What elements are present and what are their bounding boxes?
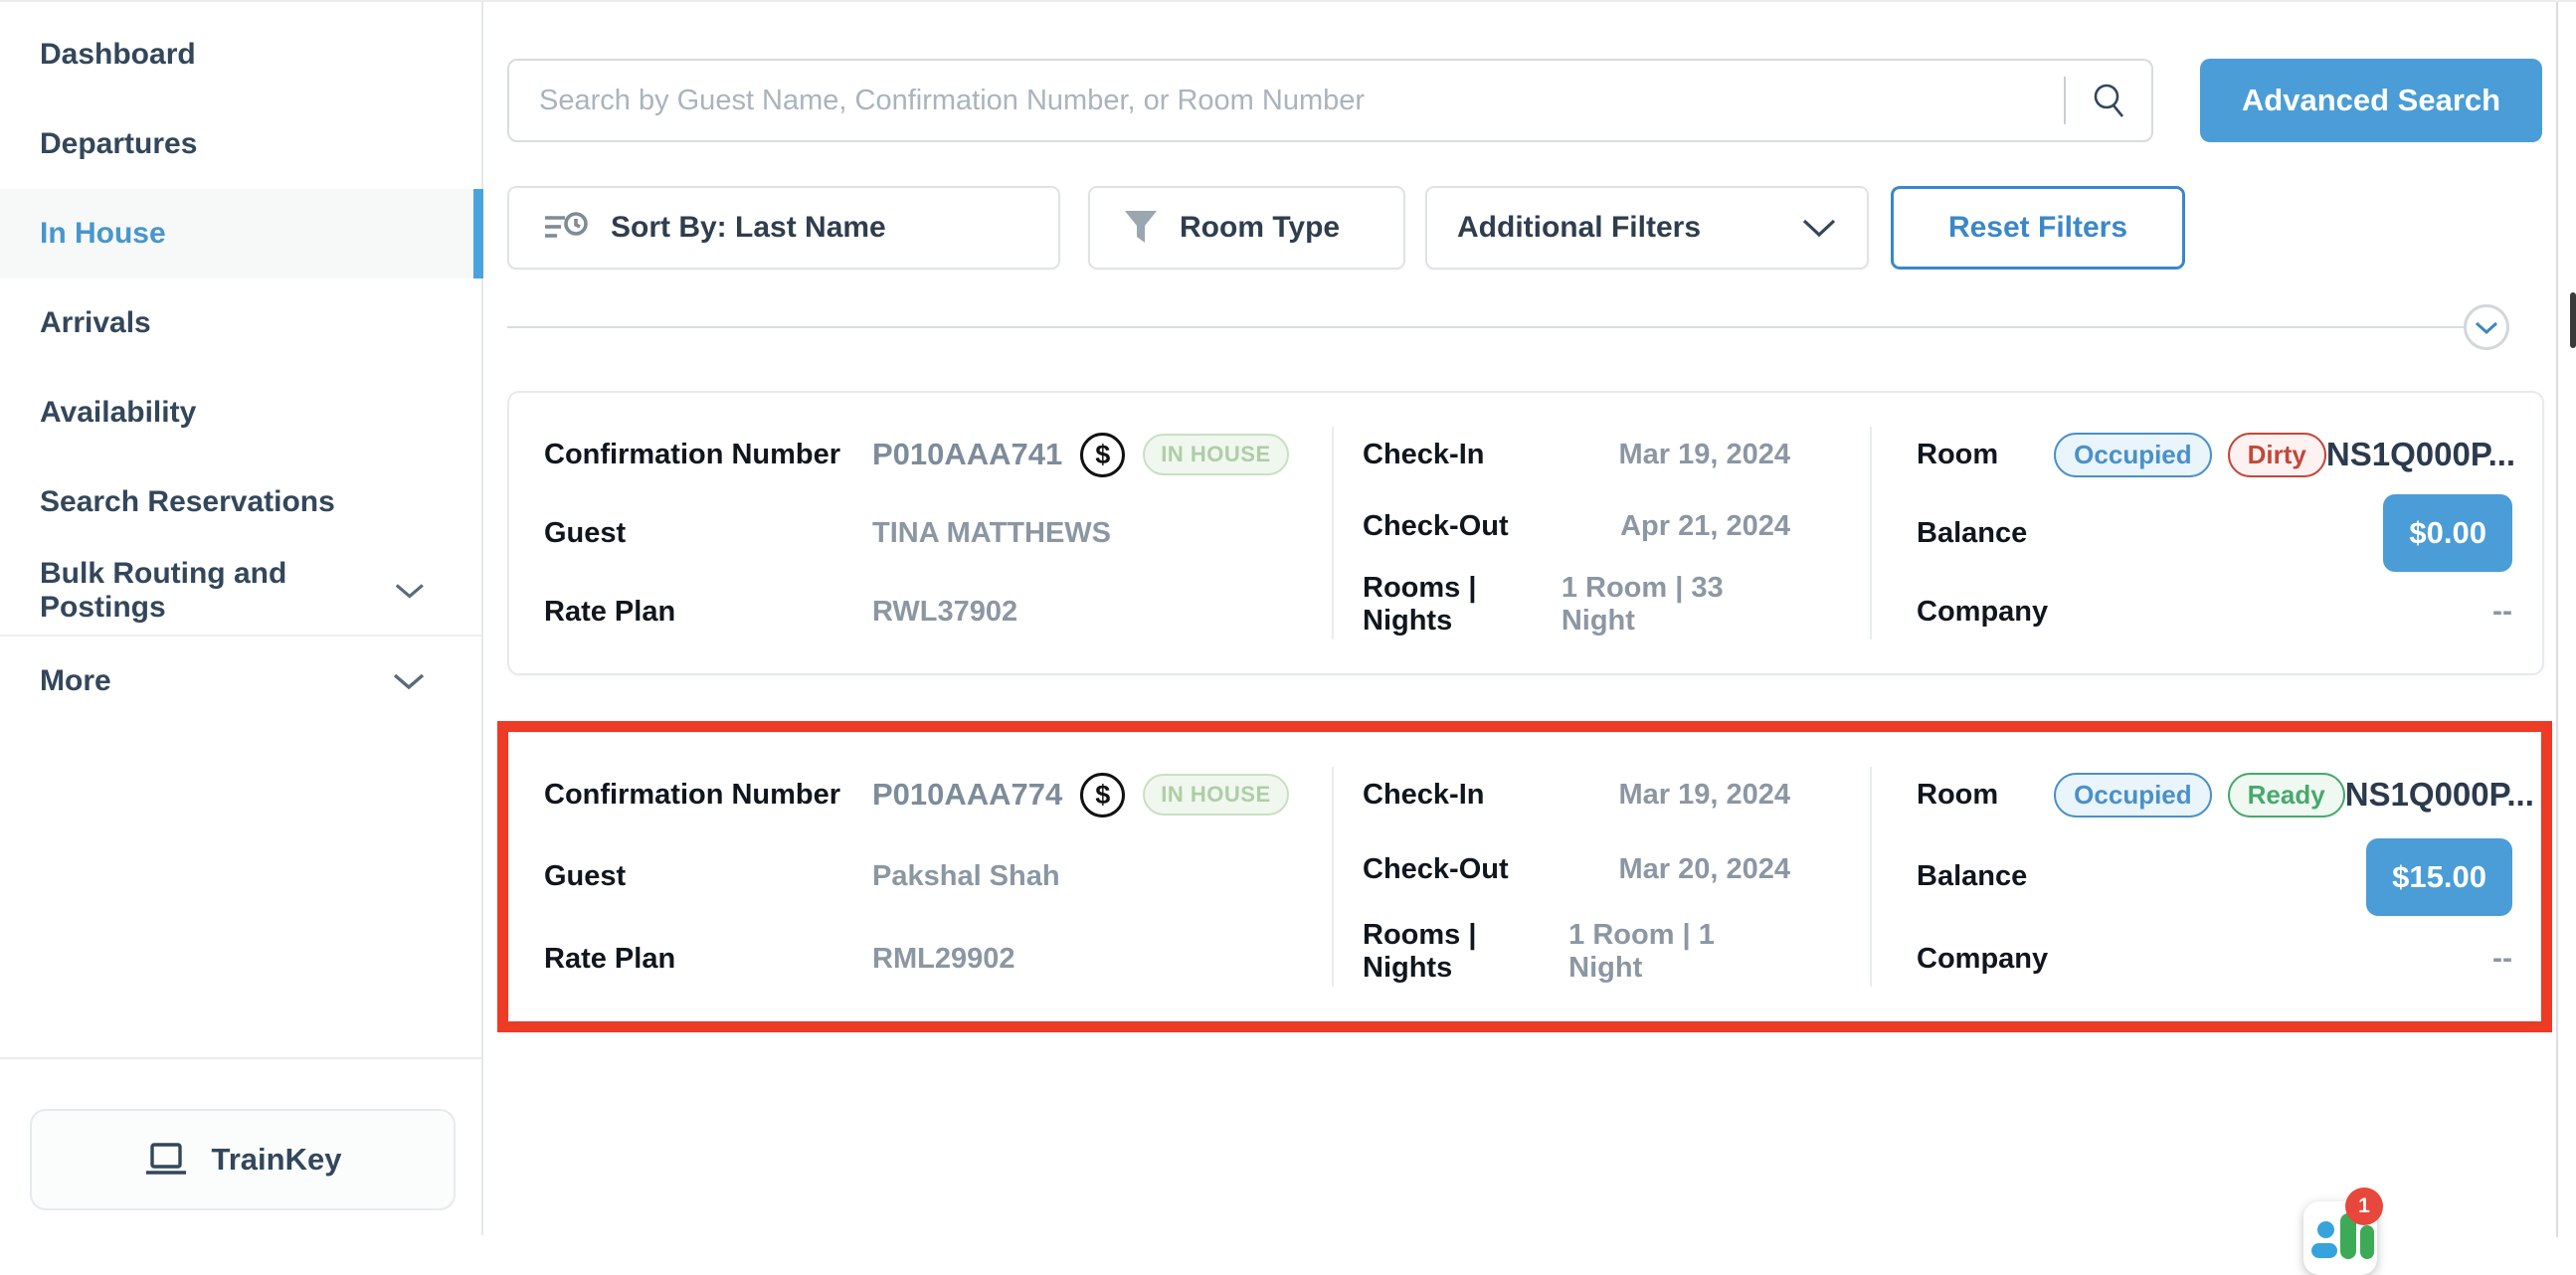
balance-button[interactable]: $15.00 xyxy=(2366,838,2512,916)
additional-filters-label: Additional Filters xyxy=(1457,211,1701,245)
sidebar: Dashboard Departures In House Arrivals A… xyxy=(0,2,483,1235)
sort-by-label: Sort By: Last Name xyxy=(611,211,886,245)
advanced-search-button[interactable]: Advanced Search xyxy=(2200,59,2542,142)
card-divider xyxy=(1332,427,1334,639)
scrollbar-thumb[interactable] xyxy=(2570,292,2576,348)
room-label: Room xyxy=(1917,439,1998,471)
sidebar-item-dashboard[interactable]: Dashboard xyxy=(0,10,481,99)
room-label: Room xyxy=(1917,779,1998,812)
window-edge-divider xyxy=(2556,2,2558,1237)
sidebar-item-search-reservations[interactable]: Search Reservations xyxy=(0,457,481,547)
check-in-value: Mar 19, 2024 xyxy=(1618,439,1790,471)
rate-plan-label: Rate Plan xyxy=(544,943,872,976)
check-in-label: Check-In xyxy=(1363,439,1484,471)
card-divider xyxy=(1870,427,1872,639)
chat-icon-shape xyxy=(2311,1243,2337,1258)
sort-by-dropdown[interactable]: Sort By: Last Name xyxy=(507,186,1060,270)
rooms-nights-label: Rooms | Nights xyxy=(1363,572,1562,638)
sidebar-item-arrivals[interactable]: Arrivals xyxy=(0,278,481,368)
guest-value: Pakshal Shah xyxy=(872,860,1060,893)
rate-plan-value: RWL37902 xyxy=(872,596,1017,629)
guest-label: Guest xyxy=(544,517,872,550)
rooms-nights-label: Rooms | Nights xyxy=(1363,919,1568,985)
room-type-label: Room Type xyxy=(1180,211,1340,245)
search-input-wrapper xyxy=(507,59,2153,142)
confirmation-number-label: Confirmation Number xyxy=(544,779,872,812)
laptop-icon xyxy=(144,1141,188,1179)
company-value: -- xyxy=(2492,942,2512,976)
rooms-nights-value: 1 Room | 1 Night xyxy=(1568,919,1790,985)
rooms-nights-value: 1 Room | 33 Night xyxy=(1562,572,1790,638)
sidebar-item-in-house[interactable]: In House xyxy=(0,189,481,278)
room-number-value: NS1Q000P... xyxy=(2326,436,2515,473)
search-divider xyxy=(2064,77,2066,124)
housekeeping-status-badge: Dirty xyxy=(2228,433,2326,477)
sidebar-item-label: Availability xyxy=(40,396,196,430)
additional-filters-dropdown[interactable]: Additional Filters xyxy=(1425,186,1869,270)
sidebar-item-label: In House xyxy=(40,217,166,251)
chevron-down-icon xyxy=(2475,320,2498,335)
chevron-down-icon xyxy=(1801,217,1837,239)
in-house-status-badge: IN HOUSE xyxy=(1143,774,1288,816)
reservation-card[interactable]: Confirmation Number P010AAA741 $ IN HOUS… xyxy=(507,391,2544,675)
sidebar-item-departures[interactable]: Departures xyxy=(0,99,481,189)
sidebar-item-availability[interactable]: Availability xyxy=(0,368,481,457)
rate-plan-value: RML29902 xyxy=(872,943,1014,976)
check-in-value: Mar 19, 2024 xyxy=(1618,779,1790,812)
check-out-label: Check-Out xyxy=(1363,853,1509,886)
confirmation-number-value[interactable]: P010AAA741 xyxy=(872,437,1062,472)
check-out-value: Mar 20, 2024 xyxy=(1618,853,1790,886)
room-type-dropdown[interactable]: Room Type xyxy=(1088,186,1405,270)
sidebar-nav: Dashboard Departures In House Arrivals A… xyxy=(0,2,481,726)
highlight-border: Confirmation Number P010AAA774 $ IN HOUS… xyxy=(497,721,2552,1032)
filter-funnel-icon xyxy=(1124,210,1158,246)
check-out-value: Apr 21, 2024 xyxy=(1620,510,1790,543)
reset-filters-button[interactable]: Reset Filters xyxy=(1891,186,2185,270)
notification-badge[interactable]: 1 xyxy=(2345,1187,2383,1225)
collapse-toggle[interactable] xyxy=(2464,304,2509,350)
check-in-label: Check-In xyxy=(1363,779,1484,812)
sidebar-footer: TrainKey xyxy=(0,1057,481,1235)
housekeeping-status-badge: Ready xyxy=(2228,773,2345,818)
guest-label: Guest xyxy=(544,860,872,893)
company-value: -- xyxy=(2492,595,2512,629)
sidebar-item-label: Bulk Routing and Postings xyxy=(40,557,394,625)
card-divider xyxy=(1870,767,1872,987)
sidebar-item-label: Dashboard xyxy=(40,38,196,72)
sidebar-item-label: Search Reservations xyxy=(40,485,335,519)
chat-icon-shape xyxy=(2360,1225,2374,1259)
card-divider xyxy=(1332,767,1334,987)
search-icon[interactable] xyxy=(2090,81,2129,120)
reservation-card[interactable]: Confirmation Number P010AAA774 $ IN HOUS… xyxy=(508,732,2541,1021)
guest-value: TINA MATTHEWS xyxy=(872,517,1111,550)
chevron-down-icon xyxy=(392,671,426,691)
sidebar-item-label: More xyxy=(40,664,111,698)
dollar-circle-icon: $ xyxy=(1080,433,1125,477)
room-number-value: NS1Q000P... xyxy=(2345,776,2534,814)
trainkey-label: TrainKey xyxy=(212,1142,342,1178)
in-house-status-badge: IN HOUSE xyxy=(1143,434,1288,475)
occupancy-status-badge: Occupied xyxy=(2054,433,2211,477)
dollar-circle-icon: $ xyxy=(1080,773,1125,818)
company-label: Company xyxy=(1917,596,2048,629)
occupancy-status-badge: Occupied xyxy=(2054,773,2211,818)
balance-label: Balance xyxy=(1917,517,2027,550)
sidebar-item-more[interactable]: More xyxy=(0,637,481,726)
company-label: Company xyxy=(1917,943,2048,976)
confirmation-number-value[interactable]: P010AAA774 xyxy=(872,777,1062,813)
check-out-label: Check-Out xyxy=(1363,510,1509,543)
confirmation-number-label: Confirmation Number xyxy=(544,439,872,471)
sidebar-item-label: Arrivals xyxy=(40,306,151,340)
trainkey-button[interactable]: TrainKey xyxy=(30,1109,456,1210)
sort-icon xyxy=(543,211,589,245)
search-input[interactable] xyxy=(539,85,2064,117)
chevron-down-icon xyxy=(394,581,426,601)
chat-icon-shape xyxy=(2317,1221,2334,1238)
results-divider xyxy=(507,326,2465,328)
balance-label: Balance xyxy=(1917,860,2027,893)
balance-button[interactable]: $0.00 xyxy=(2383,494,2512,572)
sidebar-item-label: Departures xyxy=(40,127,197,161)
sidebar-item-bulk-routing[interactable]: Bulk Routing and Postings xyxy=(0,547,481,637)
rate-plan-label: Rate Plan xyxy=(544,596,872,629)
